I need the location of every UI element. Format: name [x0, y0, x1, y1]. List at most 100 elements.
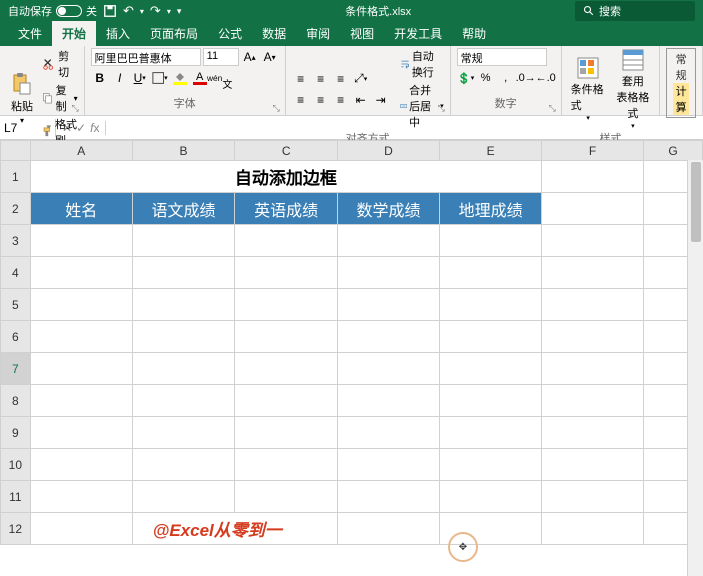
fill-color-button[interactable] [171, 69, 189, 87]
align-middle-button[interactable]: ≡ [312, 70, 330, 88]
cell-header[interactable]: 英语成绩 [235, 193, 338, 225]
cell[interactable] [542, 353, 644, 385]
cell-header[interactable]: 数学成绩 [337, 193, 439, 225]
row-header-9[interactable]: 9 [1, 417, 31, 449]
conditional-format-button[interactable]: 条件格式▾ [568, 56, 609, 122]
tab-formulas[interactable]: 公式 [208, 21, 252, 46]
cell[interactable] [30, 225, 132, 257]
undo-button[interactable]: ↶ [123, 3, 134, 19]
row-header-2[interactable]: 2 [1, 193, 31, 225]
col-header-C[interactable]: C [235, 141, 338, 161]
tab-review[interactable]: 审阅 [296, 21, 340, 46]
cell-header[interactable]: 地理成绩 [440, 193, 542, 225]
col-header-A[interactable]: A [30, 141, 132, 161]
toggle-switch[interactable] [56, 5, 82, 17]
tab-help[interactable]: 帮助 [452, 21, 496, 46]
spreadsheet-grid[interactable]: A B C D E F G 1 自动添加边框 2 姓名 语文成绩 英语成绩 数学… [0, 140, 703, 545]
cell[interactable] [337, 449, 439, 481]
row-header-10[interactable]: 10 [1, 449, 31, 481]
cell-header[interactable]: 姓名 [30, 193, 132, 225]
cell[interactable] [235, 225, 338, 257]
cut-button[interactable]: 剪切 [42, 48, 78, 80]
cell[interactable] [132, 225, 235, 257]
font-size-select[interactable]: 11 [203, 48, 239, 66]
cell[interactable] [30, 289, 132, 321]
increase-font-button[interactable]: A▴ [241, 48, 259, 66]
orientation-button[interactable]: ⤢▾ [352, 70, 370, 88]
wrap-text-button[interactable]: 自动换行 [400, 48, 444, 80]
row-header-6[interactable]: 6 [1, 321, 31, 353]
cell[interactable] [542, 385, 644, 417]
cell[interactable] [30, 353, 132, 385]
number-format-select[interactable]: 常规 [457, 48, 547, 66]
cell[interactable] [542, 449, 644, 481]
cell[interactable] [440, 481, 542, 513]
phonetic-button[interactable]: wén文 [211, 69, 229, 87]
cell[interactable] [337, 513, 439, 545]
cell[interactable] [542, 193, 644, 225]
row-header-11[interactable]: 11 [1, 481, 31, 513]
col-header-B[interactable]: B [132, 141, 235, 161]
cell[interactable] [235, 481, 338, 513]
decrease-indent-button[interactable]: ⇤ [352, 91, 370, 109]
vertical-scrollbar[interactable] [687, 160, 703, 576]
cell[interactable] [440, 321, 542, 353]
cell[interactable] [440, 449, 542, 481]
font-name-select[interactable]: 阿里巴巴普惠体 [91, 48, 201, 66]
tab-insert[interactable]: 插入 [96, 21, 140, 46]
cell[interactable] [542, 513, 644, 545]
tab-home[interactable]: 开始 [52, 21, 96, 46]
cell[interactable] [235, 289, 338, 321]
cell[interactable] [337, 481, 439, 513]
comma-button[interactable]: , [497, 69, 515, 87]
cell[interactable] [542, 417, 644, 449]
tab-pagelayout[interactable]: 页面布局 [140, 21, 208, 46]
cell[interactable] [235, 385, 338, 417]
align-right-button[interactable]: ≡ [332, 91, 350, 109]
save-icon[interactable] [103, 4, 117, 18]
row-header-3[interactable]: 3 [1, 225, 31, 257]
cell[interactable] [542, 257, 644, 289]
align-left-button[interactable]: ≡ [292, 91, 310, 109]
autosave-toggle[interactable]: 自动保存 关 [8, 3, 97, 19]
increase-decimal-button[interactable]: .0→ [517, 69, 535, 87]
cell[interactable] [235, 449, 338, 481]
cell[interactable] [440, 257, 542, 289]
cell[interactable] [440, 385, 542, 417]
tab-data[interactable]: 数据 [252, 21, 296, 46]
cell[interactable] [132, 385, 235, 417]
cell[interactable] [235, 321, 338, 353]
bold-button[interactable]: B [91, 69, 109, 87]
cell[interactable] [30, 513, 132, 545]
cell[interactable] [337, 353, 439, 385]
italic-button[interactable]: I [111, 69, 129, 87]
cell[interactable] [542, 481, 644, 513]
cell[interactable] [132, 481, 235, 513]
select-all-corner[interactable] [1, 141, 31, 161]
currency-button[interactable]: 💲▾ [457, 69, 475, 87]
tab-view[interactable]: 视图 [340, 21, 384, 46]
cell[interactable] [132, 353, 235, 385]
cell[interactable] [132, 289, 235, 321]
cell[interactable] [132, 257, 235, 289]
cell[interactable] [337, 385, 439, 417]
cell[interactable] [542, 161, 644, 193]
border-button[interactable]: ▾ [151, 69, 169, 87]
cell[interactable] [235, 257, 338, 289]
cell[interactable] [337, 257, 439, 289]
paste-button[interactable]: 粘贴 ▾ [6, 70, 38, 127]
cell[interactable] [440, 289, 542, 321]
cell[interactable] [542, 289, 644, 321]
cell[interactable] [132, 321, 235, 353]
cell[interactable] [30, 417, 132, 449]
format-as-table-button[interactable]: 套用 表格格式▾ [613, 48, 654, 130]
cell-header[interactable]: 语文成绩 [132, 193, 235, 225]
cell[interactable] [132, 449, 235, 481]
tab-file[interactable]: 文件 [8, 21, 52, 46]
percent-button[interactable]: % [477, 69, 495, 87]
cell[interactable] [30, 449, 132, 481]
row-header-1[interactable]: 1 [1, 161, 31, 193]
row-header-8[interactable]: 8 [1, 385, 31, 417]
row-header-12[interactable]: 12 [1, 513, 31, 545]
cell[interactable] [30, 385, 132, 417]
